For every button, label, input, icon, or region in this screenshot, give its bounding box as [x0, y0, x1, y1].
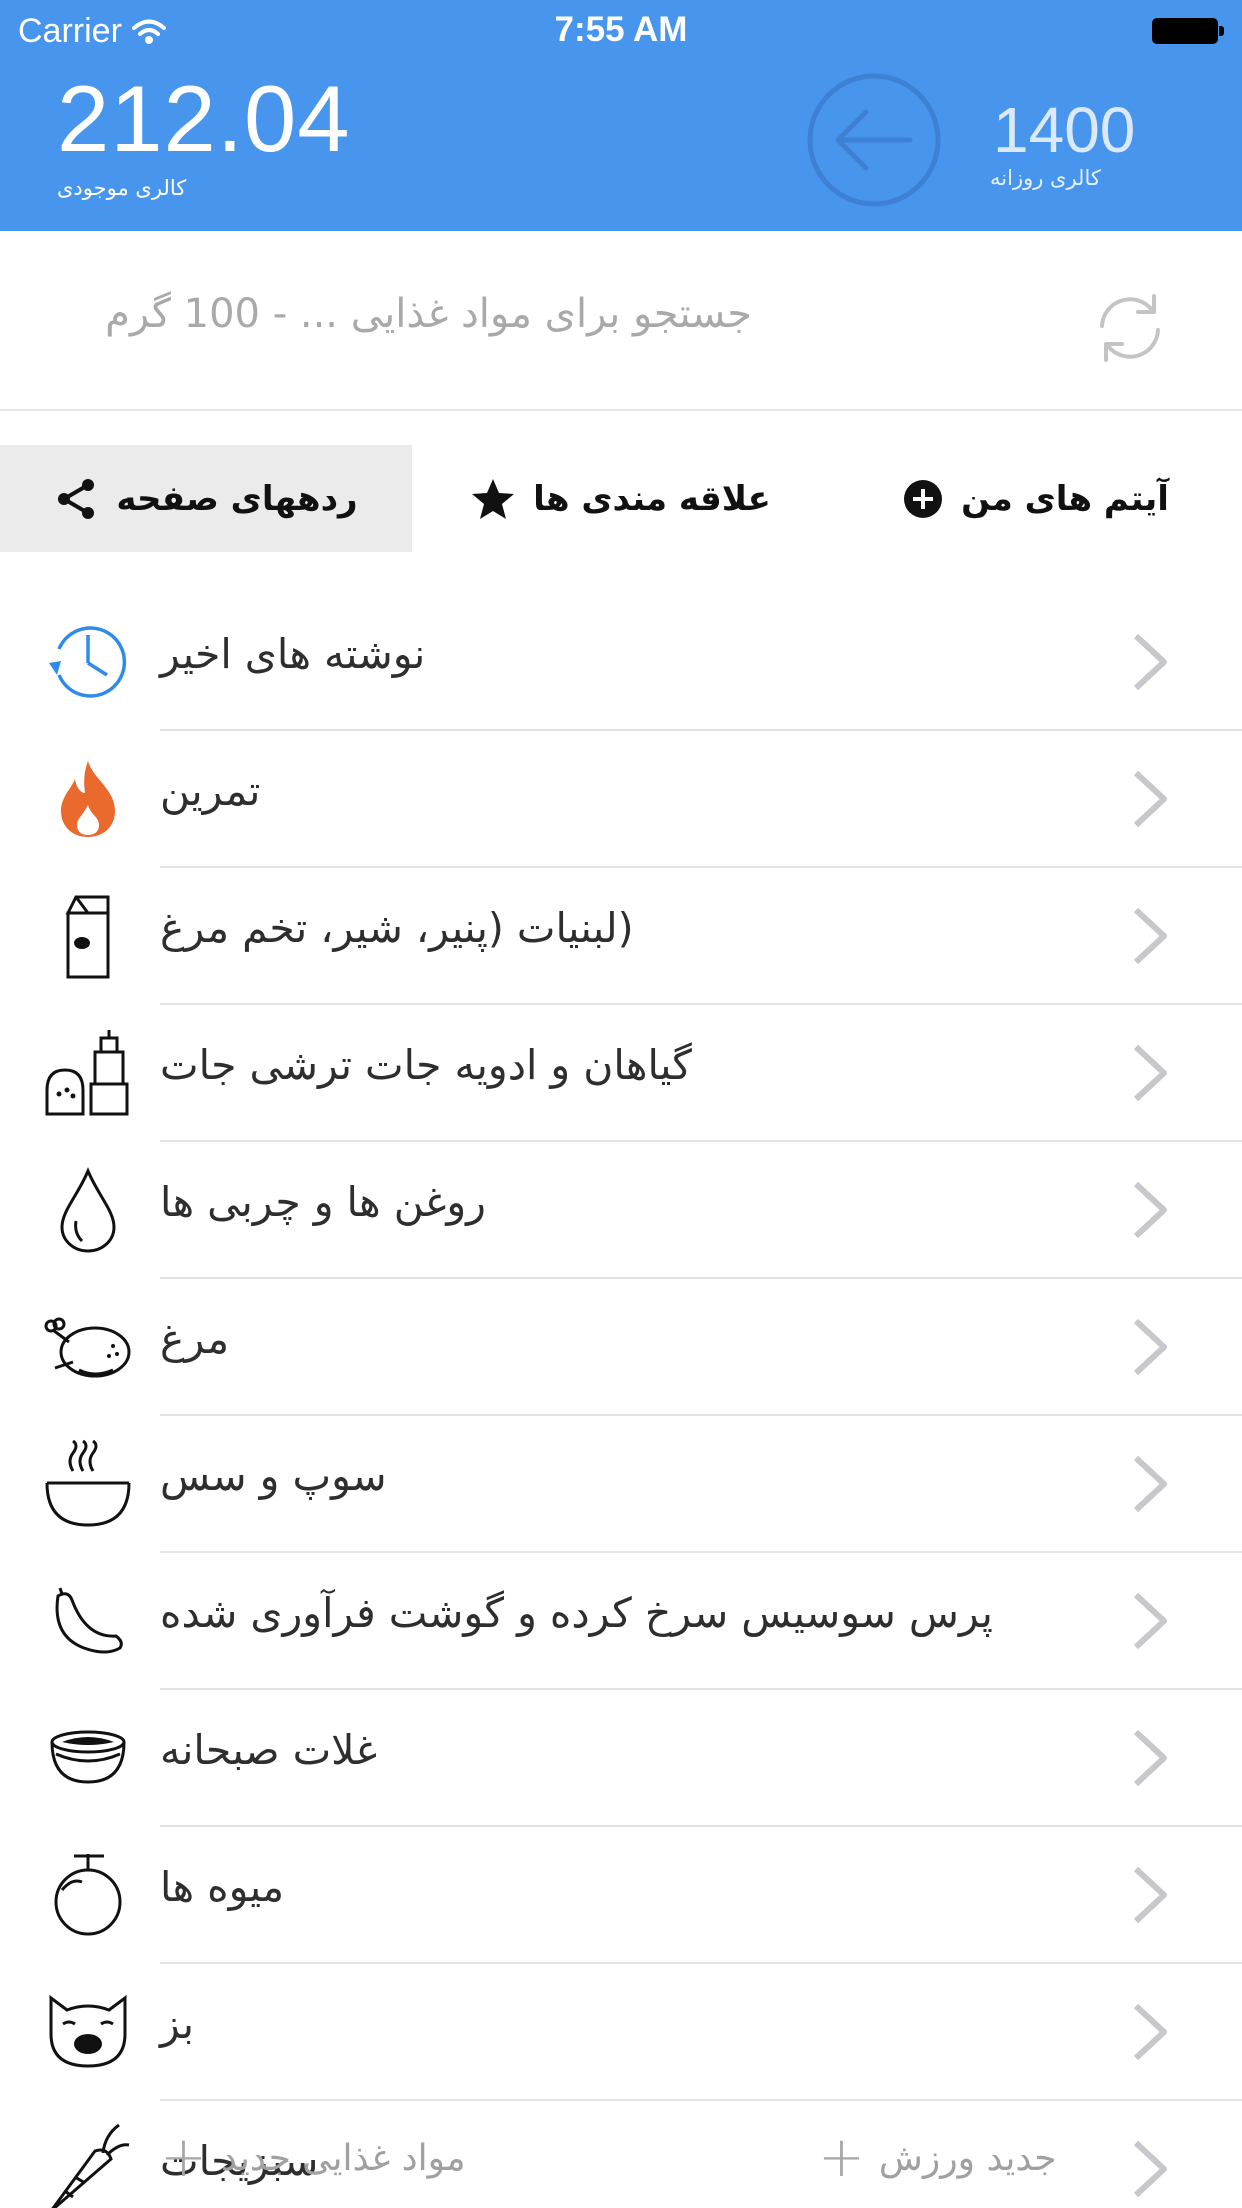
category-tabs: ردههای صفحه علاقه مندی ها آیتم های من	[0, 445, 1242, 552]
tab-categories-label: ردههای صفحه	[116, 478, 358, 519]
share-icon	[58, 478, 95, 519]
list-item-label: بز	[160, 2000, 195, 2048]
available-calories-value: 212.04	[57, 66, 351, 171]
list-item-label: میوه ها	[160, 1863, 285, 1911]
search-input[interactable]: جستجو برای مواد غذایی ... - 100 گرم	[105, 291, 752, 337]
search-bar[interactable]: جستجو برای مواد غذایی ... - 100 گرم	[0, 231, 1242, 411]
chicken-icon	[44, 1317, 131, 1378]
goat-icon	[49, 1995, 127, 2068]
list-item-label: پرس سوسیس سرخ کرده و گوشت فرآوری شده	[160, 1589, 993, 1637]
spice-shaker-icon	[45, 1030, 129, 1116]
daily-calories-value: 1400	[993, 94, 1136, 166]
list-item-label: روغن ها و چربی ها	[160, 1178, 486, 1226]
available-calories-label: کالری موجودی	[57, 176, 187, 200]
new-exercise-button[interactable]: جدید ورزش +	[818, 2130, 1057, 2186]
list-item[interactable]: گیاهان و ادویه جات ترشی جات	[0, 1005, 1242, 1142]
list-item[interactable]: مرغ	[0, 1279, 1242, 1416]
refresh-icon[interactable]	[1092, 290, 1168, 366]
list-item-label: نوشته های اخیر	[160, 630, 426, 678]
chevron-right-icon	[1133, 770, 1167, 828]
fruit-icon	[54, 1854, 122, 1936]
clock-icon	[49, 626, 127, 698]
chevron-right-icon	[1133, 1866, 1167, 1924]
new-exercise-label: جدید ورزش	[878, 2137, 1057, 2179]
list-item[interactable]: میوه ها	[0, 1827, 1242, 1964]
list-item-label: گیاهان و ادویه جات ترشی جات	[160, 1041, 692, 1089]
header-bar: Carrier 7:55 AM 212.04 کالری موجودی 1400…	[0, 0, 1242, 231]
battery-icon	[1152, 18, 1224, 44]
soup-bowl-icon	[45, 1439, 131, 1527]
status-time: 7:55 AM	[554, 10, 688, 49]
plus-circle-icon	[904, 479, 943, 518]
chevron-right-icon	[1133, 1592, 1167, 1650]
list-item-label: سوپ و سس	[160, 1452, 387, 1500]
list-item[interactable]: پرس سوسیس سرخ کرده و گوشت فرآوری شده	[0, 1553, 1242, 1690]
star-icon	[472, 478, 515, 519]
tab-categories[interactable]: ردههای صفحه	[0, 445, 412, 552]
chevron-right-icon	[1133, 1044, 1167, 1102]
chevron-right-icon	[1133, 907, 1167, 965]
new-food-button[interactable]: مواد غذایی جدید +	[160, 2130, 466, 2186]
tab-favorites-label: علاقه مندی ها	[533, 478, 771, 519]
milk-carton-icon	[65, 895, 110, 979]
plus-icon: +	[818, 2125, 865, 2190]
new-food-label: مواد غذایی جدید	[220, 2137, 466, 2179]
list-item[interactable]: روغن ها و چربی ها	[0, 1142, 1242, 1279]
chevron-right-icon	[1133, 1318, 1167, 1376]
tab-favorites[interactable]: علاقه مندی ها	[412, 445, 830, 552]
flame-icon	[61, 761, 115, 837]
list-item-label: غلات صبحانه	[160, 1726, 378, 1774]
chevron-right-icon	[1133, 2003, 1167, 2061]
cereal-bowl-icon	[50, 1730, 126, 1784]
list-item[interactable]: سوپ و سس	[0, 1416, 1242, 1553]
tab-my-items-label: آیتم های من	[961, 478, 1169, 519]
list-item-label: (لبنیات (پنیر، شیر، تخم مرغ	[160, 904, 634, 952]
daily-calories-label: کالری روزانه	[990, 166, 1101, 190]
list-item-label: تمرین	[160, 767, 261, 815]
oil-drop-icon	[60, 1167, 116, 1253]
list-item[interactable]: نوشته های اخیر	[0, 594, 1242, 731]
back-arrow-icon[interactable]	[806, 72, 942, 208]
list-item[interactable]: غلات صبحانه	[0, 1690, 1242, 1827]
plus-icon: +	[160, 2125, 207, 2190]
chevron-right-icon	[1133, 1181, 1167, 1239]
list-item[interactable]: بز	[0, 1964, 1242, 2101]
sausage-icon	[55, 1587, 123, 1654]
bottom-actions: مواد غذایی جدید + جدید ورزش +	[0, 2090, 1242, 2208]
chevron-right-icon	[1133, 1455, 1167, 1513]
tab-my-items[interactable]: آیتم های من	[830, 445, 1242, 552]
chevron-right-icon	[1133, 633, 1167, 691]
list-item-label: مرغ	[160, 1315, 230, 1363]
list-item[interactable]: (لبنیات (پنیر، شیر، تخم مرغ	[0, 868, 1242, 1005]
chevron-right-icon	[1133, 1729, 1167, 1787]
list-item[interactable]: تمرین	[0, 731, 1242, 868]
